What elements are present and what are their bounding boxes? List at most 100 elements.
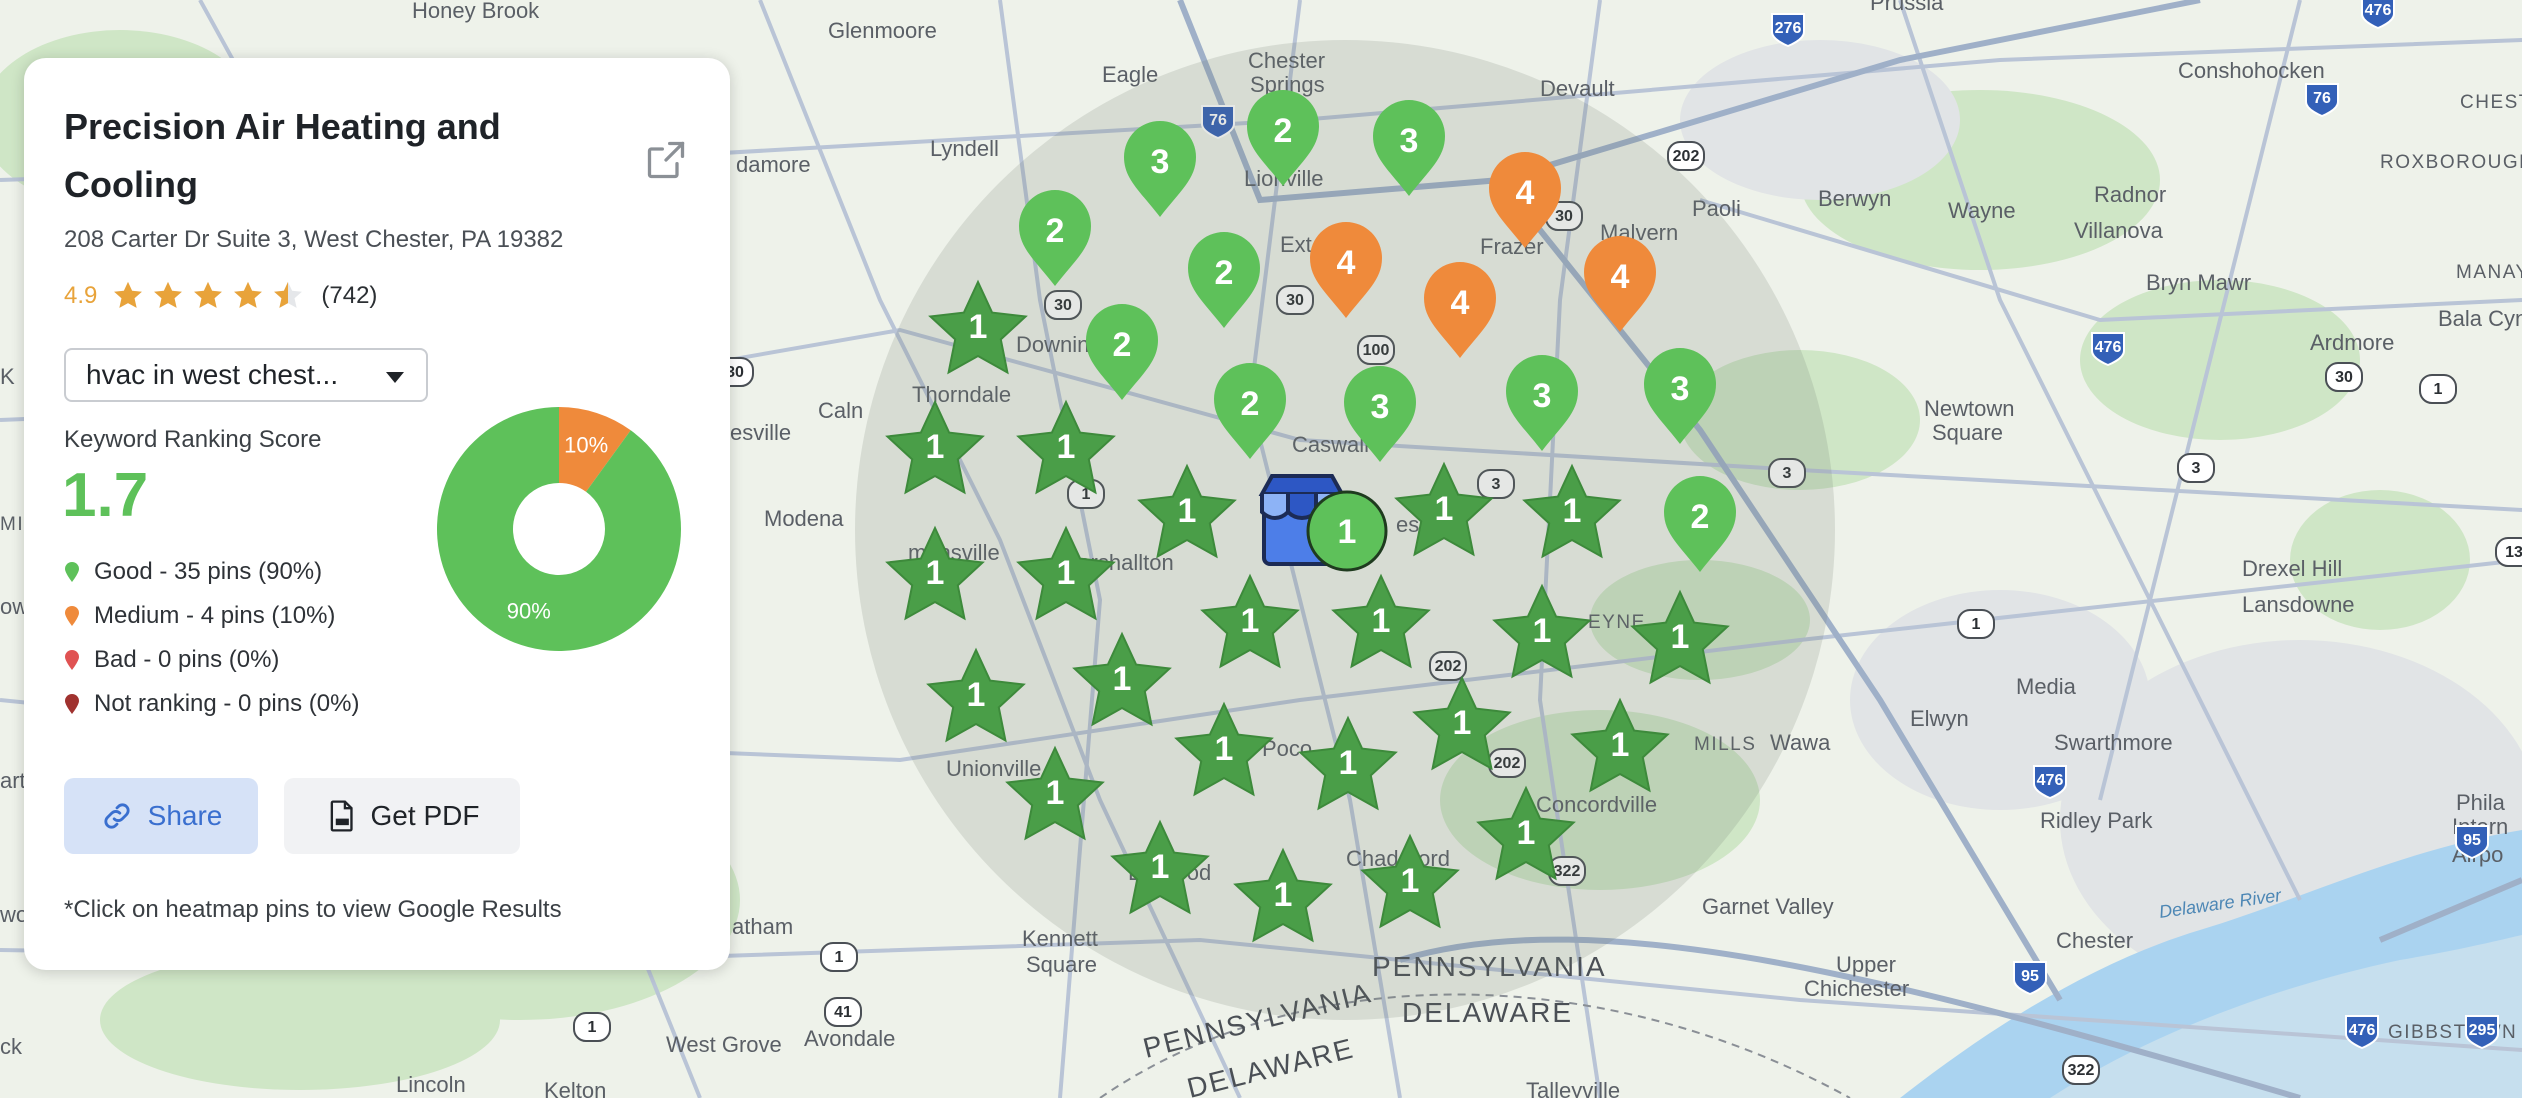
pin-rank: 4	[1516, 174, 1535, 212]
svg-text:1: 1	[588, 1019, 597, 1036]
pin-rank: 1	[1057, 554, 1076, 592]
get-pdf-button[interactable]: Get PDF	[284, 778, 520, 854]
svg-text:Kelton: Kelton	[544, 1078, 606, 1098]
pin-rank: 2	[1691, 498, 1710, 536]
business-name: Precision Air Heating and Cooling	[64, 106, 501, 205]
svg-text:202: 202	[1673, 148, 1700, 165]
svg-text:Upper: Upper	[1836, 952, 1896, 977]
svg-text:3: 3	[2192, 460, 2201, 477]
svg-text:295: 295	[2469, 1022, 2496, 1039]
rating-stars	[111, 279, 305, 313]
highway-shield-3: 3	[2177, 453, 2215, 483]
pin-rank: 2	[1274, 112, 1293, 150]
svg-text:damore: damore	[736, 152, 811, 177]
svg-text:ck: ck	[0, 1034, 23, 1059]
pin-rank: 2	[1113, 326, 1132, 364]
svg-text:Lansdowne: Lansdowne	[2242, 592, 2355, 617]
legend-label: Medium - 4 pins (10%)	[94, 602, 336, 629]
highway-shield-1: 1	[1957, 609, 1995, 639]
svg-text:95: 95	[2463, 832, 2481, 849]
ranking-legend: Good - 35 pins (90%) Medium - 4 pins (10%…	[64, 550, 359, 726]
svg-text:Chester: Chester	[2056, 928, 2133, 953]
svg-text:Ardmore: Ardmore	[2310, 330, 2394, 355]
svg-text:Chichester: Chichester	[1804, 976, 1909, 1001]
svg-text:13: 13	[2505, 544, 2522, 561]
highway-shield-30: 30	[2325, 362, 2363, 392]
pin-rank: 1	[1671, 618, 1690, 656]
svg-text:476: 476	[2365, 2, 2392, 19]
pin-rank: 1	[1178, 492, 1197, 530]
pin-rank: 4	[1337, 244, 1356, 282]
svg-text:Honey Brook: Honey Brook	[412, 0, 540, 23]
business-address: 208 Carter Dr Suite 3, West Chester, PA …	[64, 226, 564, 253]
donut-label-medium: 10%	[564, 432, 608, 457]
pin-rank: 3	[1371, 388, 1390, 426]
donut-slice-good	[437, 407, 681, 651]
svg-text:Garnet Valley: Garnet Valley	[1702, 894, 1834, 919]
svg-text:95: 95	[2021, 968, 2039, 985]
pin-rank: 1	[1517, 814, 1536, 852]
svg-text:ROXBOROUGH: ROXBOROUGH	[2380, 152, 2522, 173]
pin-rank: 1	[1057, 428, 1076, 466]
svg-text:Modena: Modena	[764, 506, 844, 531]
pin-rank: 1	[1339, 744, 1358, 782]
svg-text:322: 322	[2068, 1062, 2095, 1079]
highway-shield-41: 41	[824, 997, 862, 1027]
svg-text:Phila: Phila	[2456, 790, 2506, 815]
legend-row: Good - 35 pins (90%)	[64, 550, 359, 594]
rating-row: 4.9 (742)	[64, 278, 377, 314]
pin-rank: 1	[1611, 726, 1630, 764]
svg-text:476: 476	[2349, 1022, 2376, 1039]
pin-rank: 2	[1241, 385, 1260, 423]
pin-rank: 1	[1533, 612, 1552, 650]
svg-text:CHEST: CHEST	[2460, 92, 2522, 113]
pin-rank: 4	[1451, 284, 1470, 322]
legend-label: Good - 35 pins (90%)	[94, 558, 323, 585]
keyword-selected: hvac in west chest...	[86, 359, 339, 390]
svg-text:esville: esville	[730, 420, 791, 445]
star-icon	[114, 281, 143, 308]
pin-marker-icon	[65, 650, 79, 670]
share-button[interactable]: Share	[64, 778, 258, 854]
svg-text:Berwyn: Berwyn	[1818, 186, 1891, 211]
pin-rank: 1	[926, 428, 945, 466]
pin-rank: 1	[1435, 490, 1454, 528]
keyword-dropdown[interactable]: hvac in west chest...	[64, 348, 428, 402]
pin-rank: 2	[1215, 254, 1234, 292]
pin-marker-icon	[65, 562, 79, 582]
highway-shield-1: 1	[820, 942, 858, 972]
svg-text:Drexel Hill: Drexel Hill	[2242, 556, 2342, 581]
pin-rank: 2	[1046, 212, 1065, 250]
legend-label: Bad - 0 pins (0%)	[94, 646, 280, 673]
star-icon	[154, 281, 183, 308]
svg-text:MANAYUN: MANAYUN	[2456, 262, 2522, 283]
star-icon	[234, 281, 263, 308]
svg-text:Media: Media	[2016, 674, 2077, 699]
pin-rank: 3	[1671, 370, 1690, 408]
pin-rank: 1	[1563, 492, 1582, 530]
pin-marker-icon	[65, 606, 79, 626]
share-label: Share	[147, 800, 223, 831]
svg-text:K: K	[0, 364, 15, 389]
svg-text:30: 30	[2335, 369, 2353, 386]
business-info-card: Precision Air Heating and Cooling 208 Ca…	[24, 58, 730, 970]
rating-value: 4.9	[64, 282, 98, 309]
ranking-donut-chart: 10% 90%	[437, 407, 681, 651]
svg-text:Bryn Mawr: Bryn Mawr	[2146, 270, 2251, 295]
pin-rank: 3	[1533, 377, 1552, 415]
highway-shield-1: 1	[2419, 374, 2457, 404]
pin-rank: 1	[1215, 730, 1234, 768]
legend-label: Not ranking - 0 pins (0%)	[94, 690, 360, 717]
pin-rank: 1	[926, 554, 945, 592]
svg-text:1: 1	[2434, 381, 2443, 398]
pin-rank: 1	[967, 676, 986, 714]
center-pin[interactable]: 1	[1306, 490, 1388, 572]
legend-row: Medium - 4 pins (10%)	[64, 594, 359, 638]
highway-shield-322: 322	[2062, 1055, 2100, 1085]
svg-text:Conshohocken: Conshohocken	[2178, 58, 2325, 83]
highway-shield-1: 1	[573, 1012, 611, 1042]
svg-text:Lincoln: Lincoln	[396, 1072, 466, 1097]
donut-label-good: 90%	[507, 599, 551, 624]
svg-text:Elwyn: Elwyn	[1910, 706, 1969, 731]
external-link-icon[interactable]	[644, 138, 688, 182]
